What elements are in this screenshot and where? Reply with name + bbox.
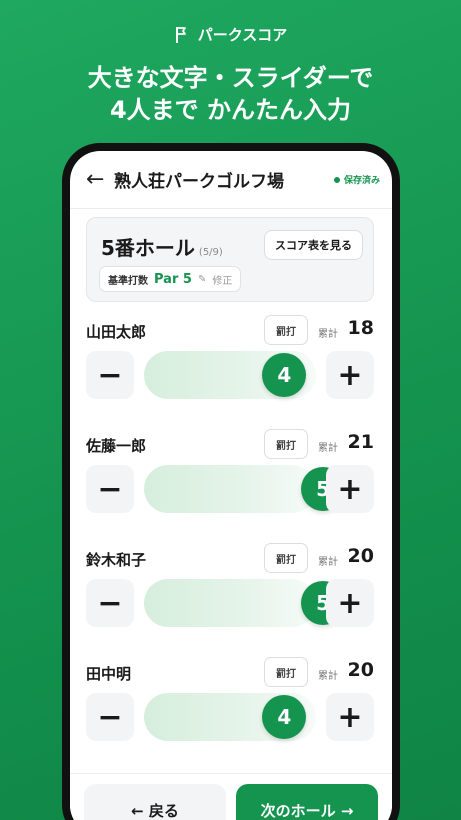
player-name: 佐藤一郎 xyxy=(86,437,147,455)
app-screen: ← 熟人荘パークゴルフ場 保存済み 5番ホール (5/9) スコア表を見る 基準打… xyxy=(70,151,392,820)
headline-line-2: 4人まで かんたん入力 xyxy=(109,96,352,124)
stroke-slider[interactable]: 5 xyxy=(144,579,346,627)
stroke-slider[interactable]: 4 xyxy=(144,693,316,741)
player-row: 鈴木和子 罰打 累計 20 − 5 + xyxy=(86,543,374,643)
next-hole-button[interactable]: 次のホール → xyxy=(236,784,378,820)
total-value: 21 xyxy=(347,431,374,453)
total-label: 累計 xyxy=(318,557,338,568)
player-row: 山田太郎 罰打 累計 18 − 4 + xyxy=(86,315,374,415)
plus-button[interactable]: + xyxy=(326,693,374,741)
save-status-label: 保存済み xyxy=(343,176,380,186)
prev-hole-button[interactable]: ← 戻る xyxy=(84,784,226,820)
total-value: 20 xyxy=(347,545,374,567)
total-label: 累計 xyxy=(318,329,338,340)
par-chip[interactable]: 基準打数 Par 5 ✎ 修正 xyxy=(99,266,242,292)
minus-button[interactable]: − xyxy=(86,579,134,627)
brand-header: パークスコア xyxy=(0,24,461,45)
total-label: 累計 xyxy=(318,443,338,454)
hole-title-text: 5番ホール xyxy=(101,236,195,260)
phone-frame: ← 熟人荘パークゴルフ場 保存済み 5番ホール (5/9) スコア表を見る 基準打… xyxy=(62,143,400,820)
stroke-slider[interactable]: 4 xyxy=(144,351,316,399)
headline: 大きな文字・スライダーで 4人まで かんたん入力 xyxy=(0,62,461,126)
total-value: 20 xyxy=(347,659,374,681)
total-label: 累計 xyxy=(318,671,338,682)
player-name: 田中明 xyxy=(86,665,132,683)
course-title: 熟人荘パークゴルフ場 xyxy=(114,172,284,192)
back-arrow-icon[interactable]: ← xyxy=(86,167,114,192)
headline-line-1: 大きな文字・スライダーで xyxy=(87,64,374,92)
pencil-icon: ✎ xyxy=(197,273,207,285)
hole-title: 5番ホール (5/9) xyxy=(101,232,223,261)
hole-progress: (5/9) xyxy=(198,247,223,258)
player-name: 鈴木和子 xyxy=(86,551,147,569)
par-value: Par 5 xyxy=(154,271,192,287)
minus-button[interactable]: − xyxy=(86,693,134,741)
penalty-button[interactable]: 罰打 xyxy=(264,429,308,459)
saved-dot-icon xyxy=(333,176,340,183)
app-header: ← 熟人荘パークゴルフ場 保存済み xyxy=(70,151,392,209)
slider-thumb[interactable]: 4 xyxy=(262,353,307,397)
bottom-nav: ← 戻る 次のホール → xyxy=(70,773,392,820)
plus-button[interactable]: + xyxy=(326,465,374,513)
minus-button[interactable]: − xyxy=(86,351,134,399)
penalty-button[interactable]: 罰打 xyxy=(264,543,308,573)
minus-button[interactable]: − xyxy=(86,465,134,513)
scorecard-button[interactable]: スコア表を見る xyxy=(264,230,363,260)
player-row: 田中明 罰打 累計 20 − 4 + xyxy=(86,657,374,757)
par-label: 基準打数 xyxy=(108,275,148,287)
plus-button[interactable]: + xyxy=(326,351,374,399)
brand-name: パークスコア xyxy=(197,26,288,44)
player-row: 佐藤一郎 罰打 累計 21 − 5 + xyxy=(86,429,374,529)
save-status: 保存済み xyxy=(333,173,380,186)
player-name: 山田太郎 xyxy=(86,323,147,341)
penalty-button[interactable]: 罰打 xyxy=(264,657,308,687)
plus-button[interactable]: + xyxy=(326,579,374,627)
stroke-slider[interactable]: 5 xyxy=(144,465,346,513)
total-value: 18 xyxy=(347,317,374,339)
flag-icon xyxy=(175,26,186,43)
penalty-button[interactable]: 罰打 xyxy=(264,315,308,345)
edit-label: 修正 xyxy=(212,275,233,287)
slider-thumb[interactable]: 4 xyxy=(262,695,307,739)
hole-card: 5番ホール (5/9) スコア表を見る 基準打数 Par 5 ✎ 修正 xyxy=(86,217,374,302)
